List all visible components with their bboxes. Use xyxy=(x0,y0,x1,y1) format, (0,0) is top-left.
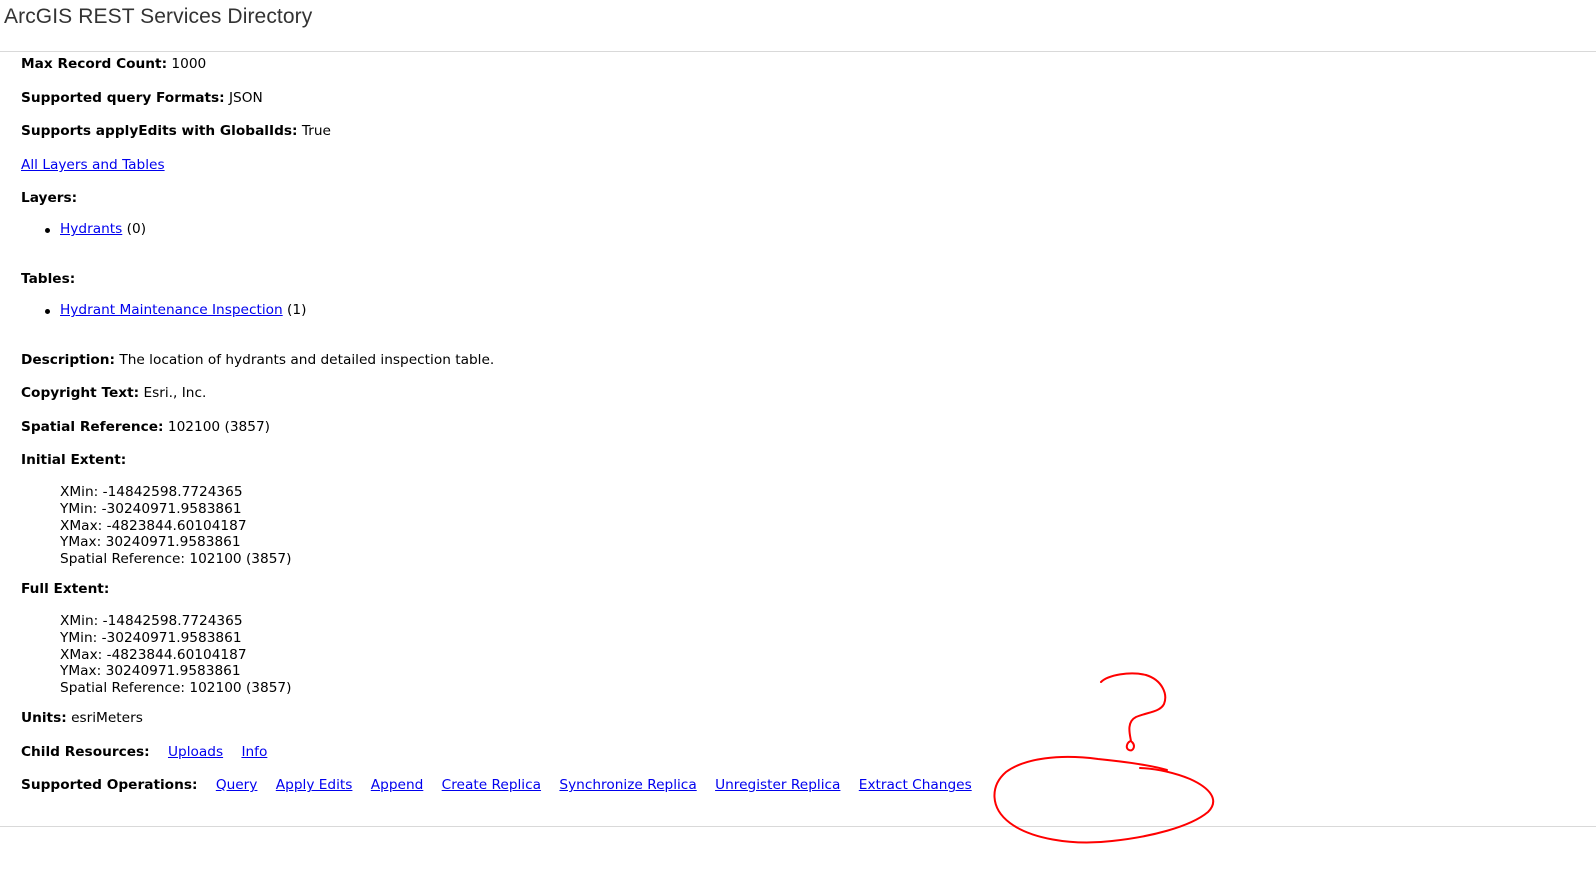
apply-edits-globalids-label: Supports applyEdits with GlobalIds: xyxy=(21,123,298,139)
spatial-reference-label: Spatial Reference: xyxy=(21,419,164,435)
units-row: Units: esriMeters xyxy=(21,710,143,727)
unregister-replica-operation-link[interactable]: Unregister Replica xyxy=(715,777,840,793)
all-layers-row: All Layers and Tables xyxy=(21,157,165,174)
initial-xmax: XMax: -4823844.60104187 xyxy=(60,517,247,534)
units-value: esriMeters xyxy=(71,710,143,726)
hydrant-inspection-table-link[interactable]: Hydrant Maintenance Inspection xyxy=(60,302,283,318)
initial-extent-heading: Initial Extent: xyxy=(21,452,126,469)
page-header: ArcGIS REST Services Directory xyxy=(0,0,1596,52)
spatial-reference-row: Spatial Reference: 102100 (3857) xyxy=(21,419,270,436)
list-item-layer: Hydrants (0) xyxy=(21,221,146,238)
full-ymax: YMax: 30240971.9583861 xyxy=(60,663,241,680)
full-extent-heading: Full Extent: xyxy=(21,581,109,598)
description-value: The location of hydrants and detailed in… xyxy=(119,352,495,368)
max-record-count-label: Max Record Count: xyxy=(21,56,168,72)
supported-operations-label: Supported Operations: xyxy=(21,777,198,793)
max-record-count-row: Max Record Count: 1000 xyxy=(21,56,206,73)
apply-edits-operation-link[interactable]: Apply Edits xyxy=(276,777,353,793)
full-extent-label: Full Extent: xyxy=(21,581,110,597)
initial-ymax: YMax: 30240971.9583861 xyxy=(60,534,241,551)
spatial-reference-value: 102100 (3857) xyxy=(167,419,271,435)
copyright-label: Copyright Text: xyxy=(21,385,140,401)
description-row: Description: The location of hydrants an… xyxy=(21,352,494,369)
query-formats-value: JSON xyxy=(228,90,263,106)
layers-heading: Layers: xyxy=(21,190,77,207)
child-resources-label: Child Resources: xyxy=(21,744,150,760)
initial-ymin: YMin: -30240971.9583861 xyxy=(60,500,242,517)
layers-label: Layers: xyxy=(21,190,78,206)
query-operation-link[interactable]: Query xyxy=(216,777,258,793)
initial-extent-label: Initial Extent: xyxy=(21,452,127,468)
initial-extent-values: XMin: -14842598.7724365 YMin: -30240971.… xyxy=(60,484,291,568)
create-replica-operation-link[interactable]: Create Replica xyxy=(442,777,541,793)
full-ymin: YMin: -30240971.9583861 xyxy=(60,629,242,646)
layers-list: Hydrants (0) xyxy=(21,221,146,238)
table-id: (1) xyxy=(287,302,307,318)
units-label: Units: xyxy=(21,710,67,726)
all-layers-and-tables-link[interactable]: All Layers and Tables xyxy=(21,157,165,173)
copyright-value: Esri., Inc. xyxy=(143,385,207,401)
full-extent-values: XMin: -14842598.7724365 YMin: -30240971.… xyxy=(60,613,291,697)
full-spatial-reference: Spatial Reference: 102100 (3857) xyxy=(60,680,292,697)
copyright-row: Copyright Text: Esri., Inc. xyxy=(21,385,206,402)
synchronize-replica-operation-link[interactable]: Synchronize Replica xyxy=(559,777,696,793)
initial-spatial-reference: Spatial Reference: 102100 (3857) xyxy=(60,551,292,568)
initial-xmin: XMin: -14842598.7724365 xyxy=(60,484,243,500)
append-operation-link[interactable]: Append xyxy=(371,777,424,793)
extract-changes-operation-link[interactable]: Extract Changes xyxy=(859,777,972,793)
full-xmin: XMin: -14842598.7724365 xyxy=(60,613,243,629)
list-item-table: Hydrant Maintenance Inspection (1) xyxy=(21,302,306,319)
footer-divider xyxy=(0,826,1596,827)
page-title: ArcGIS REST Services Directory xyxy=(4,5,313,28)
query-formats-row: Supported query Formats: JSON xyxy=(21,90,263,107)
tables-heading: Tables: xyxy=(21,271,75,288)
max-record-count-value: 1000 xyxy=(171,56,207,72)
supported-operations-row: Supported Operations: Query Apply Edits … xyxy=(21,777,972,794)
info-link[interactable]: Info xyxy=(241,744,267,760)
full-xmax: XMax: -4823844.60104187 xyxy=(60,646,247,663)
query-formats-label: Supported query Formats: xyxy=(21,90,225,106)
layer-id: (0) xyxy=(126,221,147,237)
apply-edits-globalids-row: Supports applyEdits with GlobalIds: True xyxy=(21,123,331,140)
uploads-link[interactable]: Uploads xyxy=(168,744,223,760)
apply-edits-globalids-value: True xyxy=(301,123,331,139)
description-label: Description: xyxy=(21,352,116,368)
service-details: Max Record Count: 1000 Supported query F… xyxy=(21,0,1561,826)
child-resources-row: Child Resources: Uploads Info xyxy=(21,744,267,761)
hydrants-layer-link[interactable]: Hydrants xyxy=(60,221,122,237)
tables-label: Tables: xyxy=(21,271,76,287)
tables-list: Hydrant Maintenance Inspection (1) xyxy=(21,302,306,319)
